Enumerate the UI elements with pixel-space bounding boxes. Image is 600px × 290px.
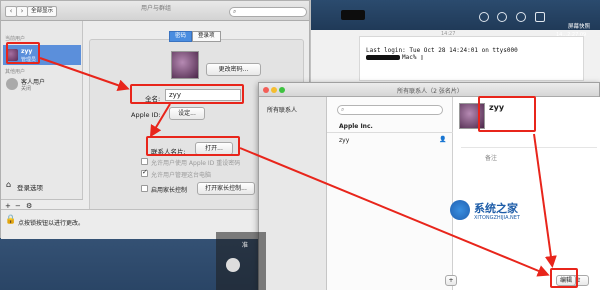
- arrow-fullname-to-card: [149, 103, 171, 138]
- annotation-arrows: [39, 57, 557, 277]
- arrow-name-to-edit: [533, 133, 557, 268]
- arrow-user-to-fullname: [39, 57, 130, 92]
- arrow-card-to-edit: [239, 147, 550, 277]
